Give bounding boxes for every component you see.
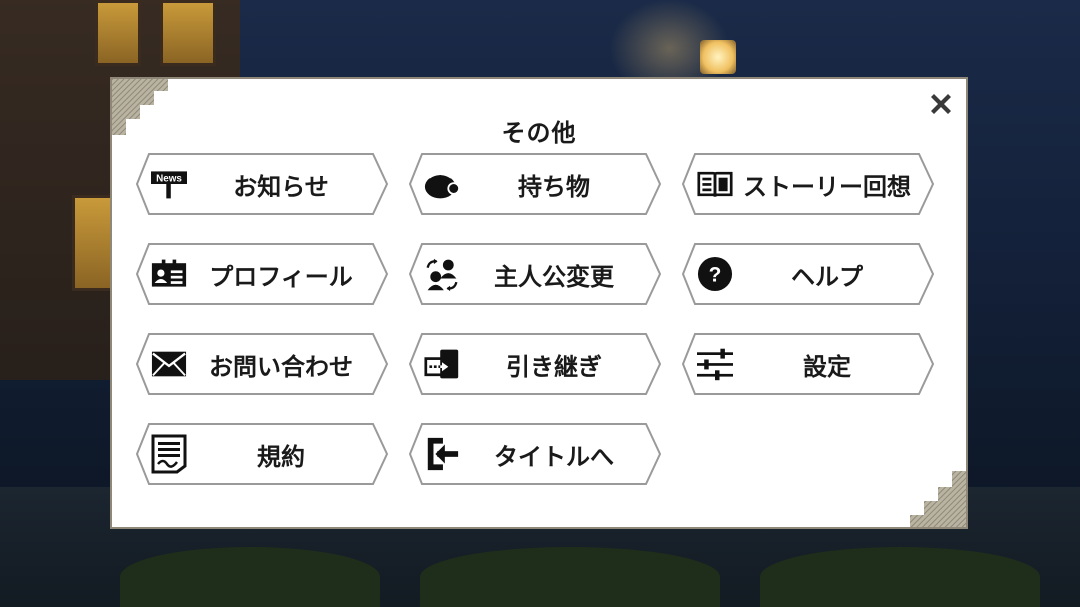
id-card-icon <box>151 256 187 292</box>
news-button-label: お知らせ <box>233 172 329 201</box>
background-window <box>160 0 216 66</box>
question-icon: ? <box>697 256 733 292</box>
change-protagonist-button-label: 主人公変更 <box>494 262 614 291</box>
background-bush <box>760 547 1040 607</box>
sliders-icon <box>697 346 733 382</box>
change-protagonist-button[interactable]: 主人公変更 <box>408 242 662 306</box>
story-recall-button-label: ストーリー回想 <box>743 172 911 201</box>
transfer-device-icon <box>424 346 460 382</box>
background-bush <box>120 547 380 607</box>
corner-ornament <box>910 471 966 527</box>
profile-button-label: プロフィール <box>209 262 353 291</box>
profile-button[interactable]: プロフィール <box>135 242 389 306</box>
news-badge: News <box>156 173 182 184</box>
background-window <box>95 0 141 66</box>
contact-button[interactable]: お問い合わせ <box>135 332 389 396</box>
settings-button[interactable]: 設定 <box>681 332 935 396</box>
settings-button-label: 設定 <box>803 352 851 381</box>
news-button[interactable]: News お知らせ <box>135 152 389 216</box>
close-icon <box>931 94 951 114</box>
mail-icon <box>151 346 187 382</box>
terms-button-label: 規約 <box>257 442 305 471</box>
book-icon <box>697 166 733 202</box>
return-to-title-button-label: タイトルへ <box>494 442 614 471</box>
dialog-title: その他 <box>501 119 577 147</box>
inventory-button-label: 持ち物 <box>518 172 590 201</box>
return-to-title-button[interactable]: タイトルへ <box>408 422 662 486</box>
terms-button[interactable]: 規約 <box>135 422 389 486</box>
terms-document-icon <box>151 434 187 474</box>
help-button-label: ヘルプ <box>791 262 863 291</box>
other-menu-dialog: その他 News お知らせ 持ち物 ストーリー回想 プロフィール 主人公変更 ?… <box>110 77 968 529</box>
help-button[interactable]: ? ヘルプ <box>681 242 935 306</box>
street-lamp <box>700 40 736 74</box>
data-transfer-button-label: 引き継ぎ <box>506 352 602 381</box>
swap-character-icon <box>424 256 460 292</box>
contact-button-label: お問い合わせ <box>209 352 353 381</box>
svg-text:?: ? <box>709 264 722 287</box>
background-bush <box>420 547 720 607</box>
background-window <box>72 195 114 291</box>
bag-icon <box>424 166 460 202</box>
story-recall-button[interactable]: ストーリー回想 <box>681 152 935 216</box>
news-sign-icon: News <box>151 166 187 202</box>
close-button[interactable] <box>924 87 958 121</box>
data-transfer-button[interactable]: 引き継ぎ <box>408 332 662 396</box>
exit-to-title-icon <box>424 436 460 472</box>
inventory-button[interactable]: 持ち物 <box>408 152 662 216</box>
